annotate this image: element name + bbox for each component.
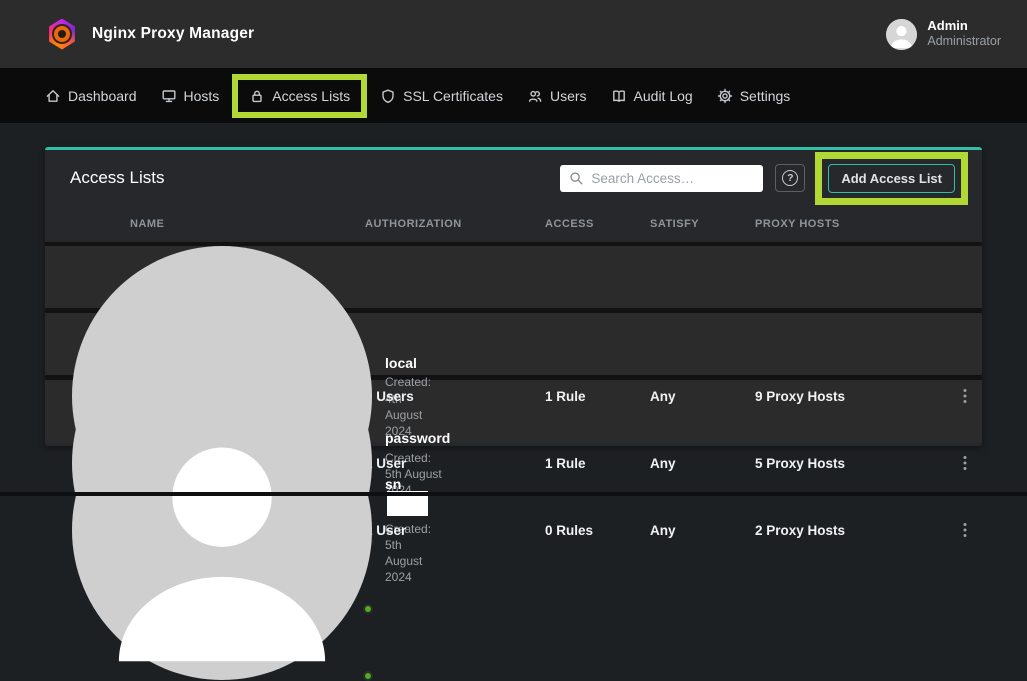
user-role: Administrator xyxy=(927,34,1001,50)
nav-item-dashboard[interactable]: Dashboard xyxy=(45,88,137,104)
authorization-cell: 1 User xyxy=(365,523,545,538)
book-icon xyxy=(611,88,627,104)
shield-icon xyxy=(380,88,396,104)
lock-icon xyxy=(249,88,265,104)
table-column-header: AUTHORIZATION xyxy=(365,218,545,230)
table-header-row: NAMEAUTHORIZATIONACCESSSATISFYPROXY HOST… xyxy=(45,206,982,242)
satisfy-cell: Any xyxy=(650,523,755,538)
table-column-header: NAME xyxy=(45,218,365,230)
user-name: Admin xyxy=(927,18,1001,34)
nav-item-hosts[interactable]: Hosts xyxy=(161,88,220,104)
proxy-hosts-cell: 9 Proxy Hosts xyxy=(755,389,948,404)
access-cell: 1 Rule xyxy=(545,389,650,404)
satisfy-cell: Any xyxy=(650,456,755,471)
monitor-icon xyxy=(161,88,177,104)
annotation-highlight-add-button: Add Access List xyxy=(815,152,968,205)
access-cell: 0 Rules xyxy=(545,523,650,538)
gear-icon xyxy=(717,88,733,104)
proxy-hosts-cell: 2 Proxy Hosts xyxy=(755,523,948,538)
add-access-list-button[interactable]: Add Access List xyxy=(828,164,955,193)
nav-item-label: Settings xyxy=(740,88,791,104)
nginx-proxy-manager-logo-icon xyxy=(48,19,76,50)
access-cell: 1 Rule xyxy=(545,456,650,471)
satisfy-cell: Any xyxy=(650,389,755,404)
access-list-name: password xyxy=(385,430,450,446)
search-box xyxy=(560,165,763,192)
authorization-cell: 1 User xyxy=(365,456,545,471)
help-button[interactable]: ? xyxy=(775,164,805,192)
nav-item-label: Access Lists xyxy=(272,88,350,104)
nav-item-access-lists[interactable]: Access Lists xyxy=(232,74,367,118)
nav-item-users[interactable]: Users xyxy=(527,88,587,104)
row-avatar-icon xyxy=(72,380,372,680)
app-title: Nginx Proxy Manager xyxy=(92,25,254,43)
table-column-header: PROXY HOSTS xyxy=(755,218,948,230)
nav-item-ssl-certificates[interactable]: SSL Certificates xyxy=(380,88,503,104)
home-icon xyxy=(45,88,61,104)
proxy-hosts-cell: 5 Proxy Hosts xyxy=(755,456,948,471)
access-lists-panel: Access Lists ? Add Access List NAMEAUTHO… xyxy=(45,147,982,446)
nav-item-label: Hosts xyxy=(184,88,220,104)
access-list-name: local xyxy=(385,355,417,371)
question-mark-icon: ? xyxy=(782,170,798,186)
row-menu-kebab-icon[interactable] xyxy=(953,383,977,409)
status-online-dot xyxy=(363,671,373,681)
nav-item-settings[interactable]: Settings xyxy=(717,88,791,104)
app-header: Nginx Proxy Manager Admin Administrator xyxy=(0,0,1027,68)
panel-header: Access Lists ? Add Access List xyxy=(45,150,982,206)
bottom-edge-strip xyxy=(0,492,1027,496)
nav-item-label: SSL Certificates xyxy=(403,88,503,104)
user-menu[interactable]: Admin Administrator xyxy=(886,18,1001,50)
users-icon xyxy=(527,88,543,104)
authorization-cell: 0 Users xyxy=(365,389,545,404)
user-avatar xyxy=(886,19,917,50)
search-input[interactable] xyxy=(560,165,763,192)
row-menu-kebab-icon[interactable] xyxy=(953,517,977,543)
nav-item-label: Audit Log xyxy=(634,88,693,104)
nav-item-label: Dashboard xyxy=(68,88,137,104)
table-column-header: ACCESS xyxy=(545,218,650,230)
access-list-name: sn xyxy=(385,476,401,492)
search-icon xyxy=(569,171,584,186)
panel-title: Access Lists xyxy=(70,168,164,188)
nav-item-audit-log[interactable]: Audit Log xyxy=(611,88,693,104)
main-nav: Dashboard Hosts Access Lists SSL Certifi… xyxy=(0,68,1027,123)
table-row-local[interactable]: local Created: 4th August 2024 0 Users 1… xyxy=(45,246,982,308)
nav-item-label: Users xyxy=(550,88,587,104)
row-menu-kebab-icon[interactable] xyxy=(953,450,977,476)
table-body: local Created: 4th August 2024 0 Users 1… xyxy=(45,246,982,442)
table-row-password[interactable]: password Created: 5th August 2024 1 User… xyxy=(45,313,982,375)
table-column-header: SATISFY xyxy=(650,218,755,230)
